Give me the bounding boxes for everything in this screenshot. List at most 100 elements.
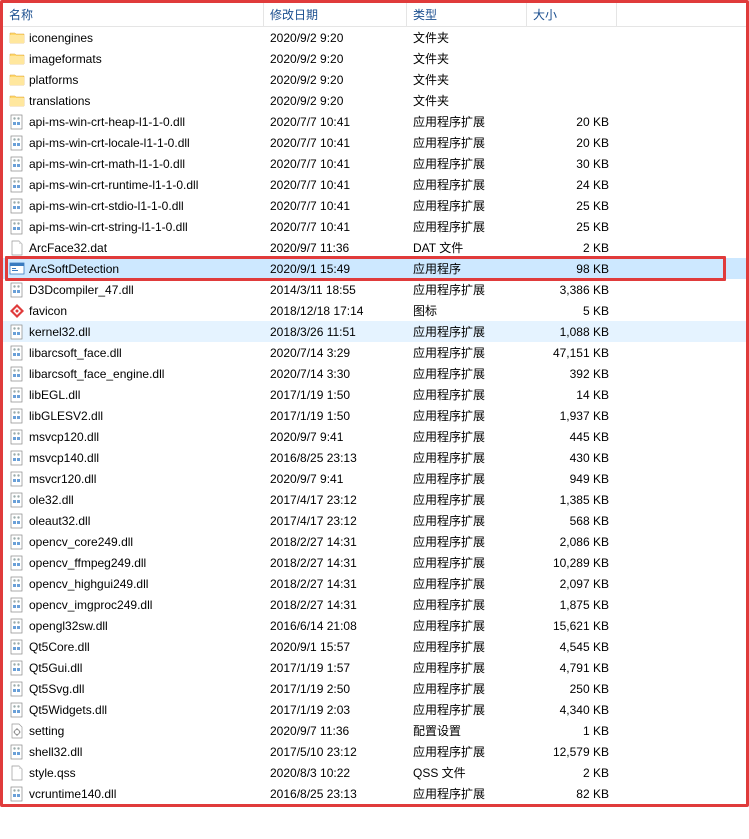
file-row[interactable]: setting2020/9/7 11:36配置设置1 KB bbox=[3, 720, 746, 741]
header-type[interactable]: 类型 bbox=[407, 3, 527, 26]
file-type: 应用程序扩展 bbox=[413, 407, 533, 424]
column-headers: 名称 修改日期 类型 大小 bbox=[3, 3, 746, 27]
file-date: 2020/8/3 10:22 bbox=[270, 766, 413, 780]
file-row[interactable]: opencv_ffmpeg249.dll2018/2/27 14:31应用程序扩… bbox=[3, 552, 746, 573]
file-row[interactable]: api-ms-win-crt-locale-l1-1-0.dll2020/7/7… bbox=[3, 132, 746, 153]
file-row[interactable]: Qt5Svg.dll2017/1/19 2:50应用程序扩展250 KB bbox=[3, 678, 746, 699]
file-type: 应用程序 bbox=[413, 260, 533, 277]
file-type: 应用程序扩展 bbox=[413, 344, 533, 361]
file-date: 2016/6/14 21:08 bbox=[270, 619, 413, 633]
dll-icon bbox=[9, 429, 25, 445]
file-date: 2018/2/27 14:31 bbox=[270, 556, 413, 570]
file-size: 14 KB bbox=[533, 388, 613, 402]
file-type: 应用程序扩展 bbox=[413, 155, 533, 172]
file-name: ole32.dll bbox=[29, 493, 270, 507]
header-size[interactable]: 大小 bbox=[527, 3, 617, 26]
file-row[interactable]: D3Dcompiler_47.dll2014/3/11 18:55应用程序扩展3… bbox=[3, 279, 746, 300]
file-row[interactable]: api-ms-win-crt-heap-l1-1-0.dll2020/7/7 1… bbox=[3, 111, 746, 132]
header-date[interactable]: 修改日期 bbox=[264, 3, 407, 26]
file-size: 445 KB bbox=[533, 430, 613, 444]
file-row[interactable]: opencv_core249.dll2018/2/27 14:31应用程序扩展2… bbox=[3, 531, 746, 552]
file-date: 2020/9/1 15:57 bbox=[270, 640, 413, 654]
file-date: 2020/9/2 9:20 bbox=[270, 73, 413, 87]
file-row[interactable]: oleaut32.dll2017/4/17 23:12应用程序扩展568 KB bbox=[3, 510, 746, 531]
file-date: 2017/4/17 23:12 bbox=[270, 514, 413, 528]
file-row[interactable]: opengl32sw.dll2016/6/14 21:08应用程序扩展15,62… bbox=[3, 615, 746, 636]
file-size: 5 KB bbox=[533, 304, 613, 318]
file-row[interactable]: style.qss2020/8/3 10:22QSS 文件2 KB bbox=[3, 762, 746, 783]
file-row[interactable]: iconengines2020/9/2 9:20文件夹 bbox=[3, 27, 746, 48]
folder-icon bbox=[9, 93, 25, 109]
file-row[interactable]: Qt5Widgets.dll2017/1/19 2:03应用程序扩展4,340 … bbox=[3, 699, 746, 720]
ini-icon bbox=[9, 723, 25, 739]
file-type: 文件夹 bbox=[413, 50, 533, 67]
file-name: opencv_ffmpeg249.dll bbox=[29, 556, 270, 570]
file-name: imageformats bbox=[29, 52, 270, 66]
dll-icon bbox=[9, 198, 25, 214]
file-name: vcruntime140.dll bbox=[29, 787, 270, 801]
dll-icon bbox=[9, 513, 25, 529]
file-row[interactable]: libGLESV2.dll2017/1/19 1:50应用程序扩展1,937 K… bbox=[3, 405, 746, 426]
file-row[interactable]: ole32.dll2017/4/17 23:12应用程序扩展1,385 KB bbox=[3, 489, 746, 510]
file-row[interactable]: api-ms-win-crt-stdio-l1-1-0.dll2020/7/7 … bbox=[3, 195, 746, 216]
file-row[interactable]: ArcFace32.dat2020/9/7 11:36DAT 文件2 KB bbox=[3, 237, 746, 258]
file-name: Qt5Svg.dll bbox=[29, 682, 270, 696]
file-size: 2,086 KB bbox=[533, 535, 613, 549]
file-type: 应用程序扩展 bbox=[413, 512, 533, 529]
dll-icon bbox=[9, 786, 25, 802]
folder-icon bbox=[9, 51, 25, 67]
file-row[interactable]: libEGL.dll2017/1/19 1:50应用程序扩展14 KB bbox=[3, 384, 746, 405]
dll-icon bbox=[9, 282, 25, 298]
file-type: 应用程序扩展 bbox=[413, 281, 533, 298]
file-type: 应用程序扩展 bbox=[413, 218, 533, 235]
file-size: 15,621 KB bbox=[533, 619, 613, 633]
file-row[interactable]: api-ms-win-crt-runtime-l1-1-0.dll2020/7/… bbox=[3, 174, 746, 195]
file-row[interactable]: imageformats2020/9/2 9:20文件夹 bbox=[3, 48, 746, 69]
file-row[interactable]: shell32.dll2017/5/10 23:12应用程序扩展12,579 K… bbox=[3, 741, 746, 762]
file-row[interactable]: translations2020/9/2 9:20文件夹 bbox=[3, 90, 746, 111]
file-row[interactable]: vcruntime140.dll2016/8/25 23:13应用程序扩展82 … bbox=[3, 783, 746, 804]
file-row[interactable]: api-ms-win-crt-math-l1-1-0.dll2020/7/7 1… bbox=[3, 153, 746, 174]
file-name: ArcFace32.dat bbox=[29, 241, 270, 255]
file-name: ArcSoftDetection bbox=[29, 262, 270, 276]
file-name: api-ms-win-crt-locale-l1-1-0.dll bbox=[29, 136, 270, 150]
file-size: 2 KB bbox=[533, 766, 613, 780]
dll-icon bbox=[9, 702, 25, 718]
file-type: 应用程序扩展 bbox=[413, 617, 533, 634]
dll-icon bbox=[9, 660, 25, 676]
file-size: 30 KB bbox=[533, 157, 613, 171]
file-row[interactable]: msvcr120.dll2020/9/7 9:41应用程序扩展949 KB bbox=[3, 468, 746, 489]
file-row[interactable]: libarcsoft_face_engine.dll2020/7/14 3:30… bbox=[3, 363, 746, 384]
file-name: setting bbox=[29, 724, 270, 738]
file-date: 2020/7/14 3:30 bbox=[270, 367, 413, 381]
header-name[interactable]: 名称 bbox=[3, 3, 264, 26]
file-name: api-ms-win-crt-math-l1-1-0.dll bbox=[29, 157, 270, 171]
file-row[interactable]: kernel32.dll2018/3/26 11:51应用程序扩展1,088 K… bbox=[3, 321, 746, 342]
file-size: 1,385 KB bbox=[533, 493, 613, 507]
file-date: 2017/1/19 1:57 bbox=[270, 661, 413, 675]
file-date: 2017/1/19 2:50 bbox=[270, 682, 413, 696]
file-name: msvcr120.dll bbox=[29, 472, 270, 486]
file-row[interactable]: msvcp120.dll2020/9/7 9:41应用程序扩展445 KB bbox=[3, 426, 746, 447]
file-row[interactable]: ArcSoftDetection2020/9/1 15:49应用程序98 KB bbox=[3, 258, 746, 279]
file-type: 应用程序扩展 bbox=[413, 533, 533, 550]
file-type: 文件夹 bbox=[413, 29, 533, 46]
file-date: 2020/7/14 3:29 bbox=[270, 346, 413, 360]
file-type: 应用程序扩展 bbox=[413, 323, 533, 340]
file-row[interactable]: Qt5Gui.dll2017/1/19 1:57应用程序扩展4,791 KB bbox=[3, 657, 746, 678]
file-row[interactable]: platforms2020/9/2 9:20文件夹 bbox=[3, 69, 746, 90]
file-row[interactable]: api-ms-win-crt-string-l1-1-0.dll2020/7/7… bbox=[3, 216, 746, 237]
file-row[interactable]: libarcsoft_face.dll2020/7/14 3:29应用程序扩展4… bbox=[3, 342, 746, 363]
dll-icon bbox=[9, 450, 25, 466]
file-type: 应用程序扩展 bbox=[413, 386, 533, 403]
file-row[interactable]: Qt5Core.dll2020/9/1 15:57应用程序扩展4,545 KB bbox=[3, 636, 746, 657]
dll-icon bbox=[9, 534, 25, 550]
file-size: 1,088 KB bbox=[533, 325, 613, 339]
file-row[interactable]: msvcp140.dll2016/8/25 23:13应用程序扩展430 KB bbox=[3, 447, 746, 468]
file-type: 应用程序扩展 bbox=[413, 197, 533, 214]
file-row[interactable]: favicon2018/12/18 17:14图标5 KB bbox=[3, 300, 746, 321]
file-type: 文件夹 bbox=[413, 92, 533, 109]
file-date: 2017/1/19 2:03 bbox=[270, 703, 413, 717]
file-row[interactable]: opencv_highgui249.dll2018/2/27 14:31应用程序… bbox=[3, 573, 746, 594]
file-row[interactable]: opencv_imgproc249.dll2018/2/27 14:31应用程序… bbox=[3, 594, 746, 615]
